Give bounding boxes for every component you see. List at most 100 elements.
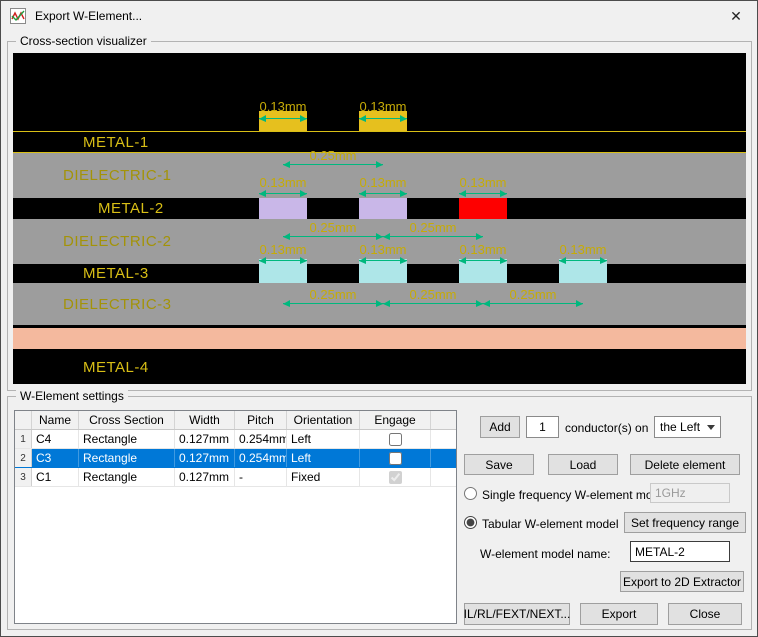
layer-label-metal3: METAL-3 <box>83 265 149 282</box>
dim-width-label: 0.13mm <box>453 242 513 257</box>
dim-width-label: 0.13mm <box>253 99 313 114</box>
w-element-settings-label: W-Element settings <box>16 389 128 403</box>
cell-orientation: Left <box>287 449 360 467</box>
titlebar: Export W-Element... ✕ <box>1 1 757 31</box>
cell-width: 0.127mm <box>175 468 235 486</box>
dim-width-label: 0.13mm <box>353 175 413 190</box>
dim-width-arrow <box>259 118 307 119</box>
model-name-input[interactable] <box>630 541 730 562</box>
dim-pitch-arrow <box>283 164 383 165</box>
header-filler <box>431 411 456 429</box>
dim-width-label: 0.13mm <box>253 175 313 190</box>
row-number: 2 <box>15 449 32 467</box>
cell-filler <box>431 430 456 448</box>
dim-width-label: 0.13mm <box>453 175 513 190</box>
cell-orientation: Fixed <box>287 468 360 486</box>
col-header-pitch[interactable]: Pitch <box>235 411 287 429</box>
layer-label-dielectric1: DIELECTRIC-1 <box>63 167 172 184</box>
conductor-m2-1[interactable] <box>259 198 307 219</box>
single-frequency-radio[interactable] <box>464 487 477 500</box>
conductor-m2-3-selected[interactable] <box>459 198 507 219</box>
conductor-m2-2[interactable] <box>359 198 407 219</box>
window-title: Export W-Element... <box>35 9 142 23</box>
layer-soldermask-band <box>13 328 746 349</box>
table-row-c4[interactable]: 1 C4 Rectangle 0.127mm 0.254mm Left <box>15 430 456 449</box>
frequency-value-input <box>650 483 730 503</box>
dim-pitch-label: 0.25mm <box>303 148 363 163</box>
dim-width-arrow <box>559 260 607 261</box>
close-icon[interactable]: ✕ <box>724 8 748 25</box>
dim-pitch-label: 0.25mm <box>403 287 463 302</box>
model-name-label: W-element model name: <box>480 547 611 561</box>
dim-width-arrow <box>359 193 407 194</box>
header-gutter <box>15 411 32 429</box>
engage-checkbox[interactable] <box>389 452 402 465</box>
dim-pitch-label: 0.25mm <box>503 287 563 302</box>
cell-filler <box>431 468 456 486</box>
col-header-width[interactable]: Width <box>175 411 235 429</box>
layer-label-metal2: METAL-2 <box>98 200 164 217</box>
save-button[interactable]: Save <box>464 454 534 475</box>
set-frequency-range-button[interactable]: Set frequency range <box>624 512 746 533</box>
dim-pitch-arrow <box>383 303 483 304</box>
add-button[interactable]: Add <box>480 416 520 438</box>
cell-pitch: 0.254mm <box>235 430 287 448</box>
il-rl-fext-next-button[interactable]: IL/RL/FEXT/NEXT... <box>464 603 570 625</box>
tabular-model-radio[interactable] <box>464 516 477 529</box>
dim-pitch-arrow <box>383 236 483 237</box>
cell-name: C3 <box>32 449 79 467</box>
col-header-cross-section[interactable]: Cross Section <box>79 411 175 429</box>
cell-cross-section: Rectangle <box>79 468 175 486</box>
col-header-orientation[interactable]: Orientation <box>287 411 360 429</box>
dim-width-arrow <box>259 260 307 261</box>
engage-checkbox <box>389 471 402 484</box>
layer-label-dielectric2: DIELECTRIC-2 <box>63 233 172 250</box>
tabular-model-label: Tabular W-element model <box>482 517 619 531</box>
table-header: Name Cross Section Width Pitch Orientati… <box>15 411 456 430</box>
dim-pitch-arrow <box>283 303 383 304</box>
conductor-table: Name Cross Section Width Pitch Orientati… <box>14 410 457 624</box>
export-w-element-dialog: Export W-Element... ✕ Cross-section visu… <box>0 0 758 637</box>
layer-label-metal4: METAL-4 <box>83 359 149 376</box>
cell-name: C1 <box>32 468 79 486</box>
row-number: 3 <box>15 468 32 486</box>
close-button[interactable]: Close <box>668 603 742 625</box>
dim-width-label: 0.13mm <box>353 99 413 114</box>
chevron-down-icon <box>707 425 715 430</box>
row-number: 1 <box>15 430 32 448</box>
cell-width: 0.127mm <box>175 449 235 467</box>
engage-checkbox[interactable] <box>389 433 402 446</box>
dim-width-label: 0.13mm <box>353 242 413 257</box>
export-button[interactable]: Export <box>580 603 658 625</box>
dim-width-arrow <box>359 260 407 261</box>
side-select[interactable]: the Left <box>654 416 721 438</box>
cell-orientation: Left <box>287 430 360 448</box>
conductor-count-input[interactable] <box>526 416 559 438</box>
dim-width-arrow <box>359 118 407 119</box>
dim-width-label: 0.13mm <box>553 242 613 257</box>
dim-pitch-label: 0.25mm <box>403 220 463 235</box>
app-icon <box>10 8 26 24</box>
dim-width-label: 0.13mm <box>253 242 313 257</box>
layer-label-dielectric3: DIELECTRIC-3 <box>63 296 172 313</box>
table-row-c3-selected[interactable]: 2 C3 Rectangle 0.127mm 0.254mm Left <box>15 449 456 468</box>
delete-element-button[interactable]: Delete element <box>630 454 740 475</box>
cross-section-group-label: Cross-section visualizer <box>16 34 151 48</box>
dim-width-arrow <box>459 260 507 261</box>
dim-width-arrow <box>259 193 307 194</box>
export-to-2d-extractor-button[interactable]: Export to 2D Extractor <box>620 571 744 592</box>
table-row-c1[interactable]: 3 C1 Rectangle 0.127mm - Fixed <box>15 468 456 487</box>
cell-pitch: 0.254mm <box>235 449 287 467</box>
col-header-name[interactable]: Name <box>32 411 79 429</box>
w-element-settings-group: W-Element settings Name Cross Section Wi… <box>7 396 752 630</box>
cell-cross-section: Rectangle <box>79 430 175 448</box>
cell-name: C4 <box>32 430 79 448</box>
dim-pitch-arrow <box>483 303 583 304</box>
cross-section-canvas[interactable]: METAL-1 DIELECTRIC-1 METAL-2 DIELECTRIC-… <box>13 53 746 384</box>
col-header-engage[interactable]: Engage <box>360 411 431 429</box>
conductors-on-label: conductor(s) on <box>565 421 648 435</box>
cell-width: 0.127mm <box>175 430 235 448</box>
cell-pitch: - <box>235 468 287 486</box>
load-button[interactable]: Load <box>548 454 618 475</box>
dim-width-arrow <box>459 193 507 194</box>
